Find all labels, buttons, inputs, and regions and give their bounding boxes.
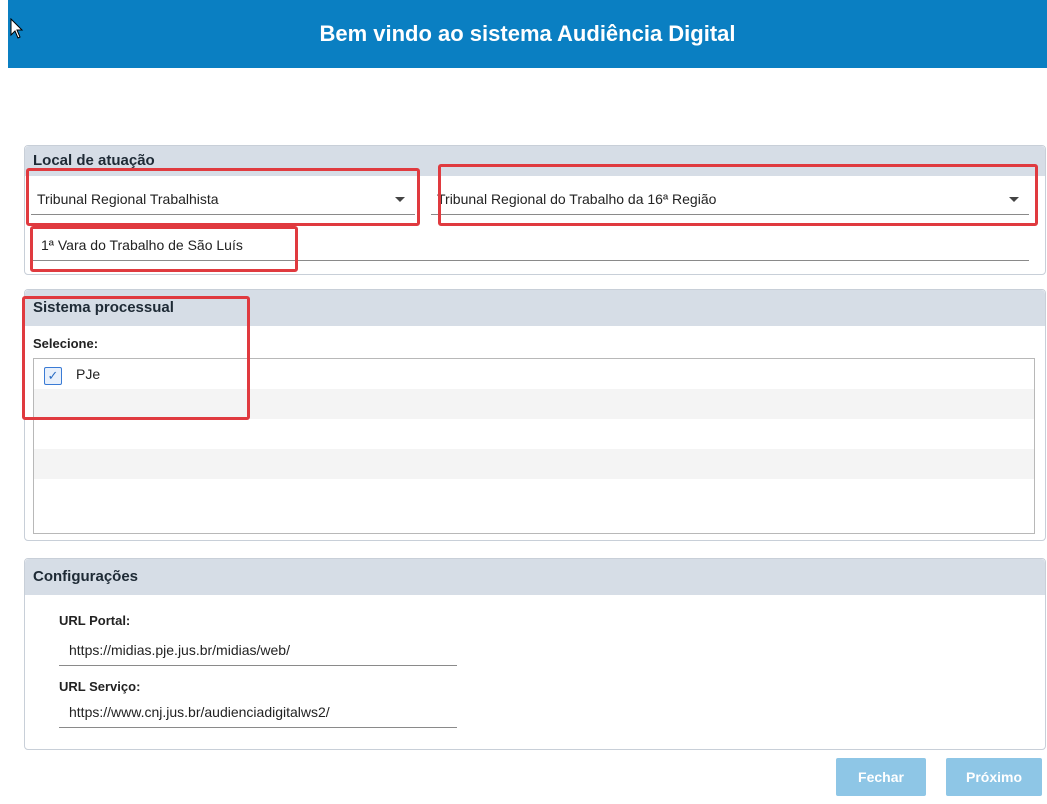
config-header: Configurações (25, 559, 1045, 595)
portal-url-value: https://midias.pje.jus.br/midias/web/ (69, 642, 290, 658)
list-item[interactable]: ✓ PJe (34, 359, 1034, 389)
list-row-empty (34, 479, 1034, 509)
tribunal-value: Tribunal Regional do Trabalho da 16ª Reg… (437, 191, 717, 207)
mouse-cursor-icon (10, 18, 24, 39)
list-row-empty (34, 419, 1034, 449)
window-titlebar: Bem vindo ao sistema Audiência Digital (8, 0, 1047, 68)
chevron-down-icon (395, 197, 405, 202)
local-header: Local de atuação (25, 146, 1045, 176)
next-button[interactable]: Próximo (946, 758, 1042, 796)
servico-url-value: https://www.cnj.jus.br/audienciadigitalw… (69, 704, 330, 720)
local-panel: Local de atuação Tribunal Regional Traba… (24, 145, 1046, 275)
servico-label: URL Serviço: (59, 679, 141, 694)
select-label: Selecione: (33, 336, 99, 351)
portal-url-field[interactable]: https://midias.pje.jus.br/midias/web/ (59, 635, 457, 666)
sistema-list[interactable]: ✓ PJe (33, 358, 1035, 534)
config-panel: Configurações URL Portal: https://midias… (24, 558, 1046, 750)
vara-value: 1ª Vara do Trabalho de São Luís (41, 237, 243, 253)
chevron-down-icon (1009, 197, 1019, 202)
tribunal-type-value: Tribunal Regional Trabalhista (37, 191, 219, 207)
tribunal-select[interactable]: Tribunal Regional do Trabalho da 16ª Reg… (431, 184, 1029, 215)
vara-field[interactable]: 1ª Vara do Trabalho de São Luís (31, 230, 1029, 261)
close-button[interactable]: Fechar (836, 758, 926, 796)
servico-url-field[interactable]: https://www.cnj.jus.br/audienciadigitalw… (59, 697, 457, 728)
sistema-header: Sistema processual (25, 290, 1045, 326)
sistema-panel: Sistema processual Selecione: ✓ PJe (24, 289, 1046, 541)
list-row-empty (34, 449, 1034, 479)
portal-label: URL Portal: (59, 613, 131, 628)
option-label: PJe (76, 366, 101, 382)
tribunal-type-select[interactable]: Tribunal Regional Trabalhista (31, 184, 415, 215)
list-row-empty (34, 389, 1034, 419)
checkbox-checked-icon[interactable]: ✓ (44, 367, 62, 385)
window-title: Bem vindo ao sistema Audiência Digital (319, 21, 736, 46)
